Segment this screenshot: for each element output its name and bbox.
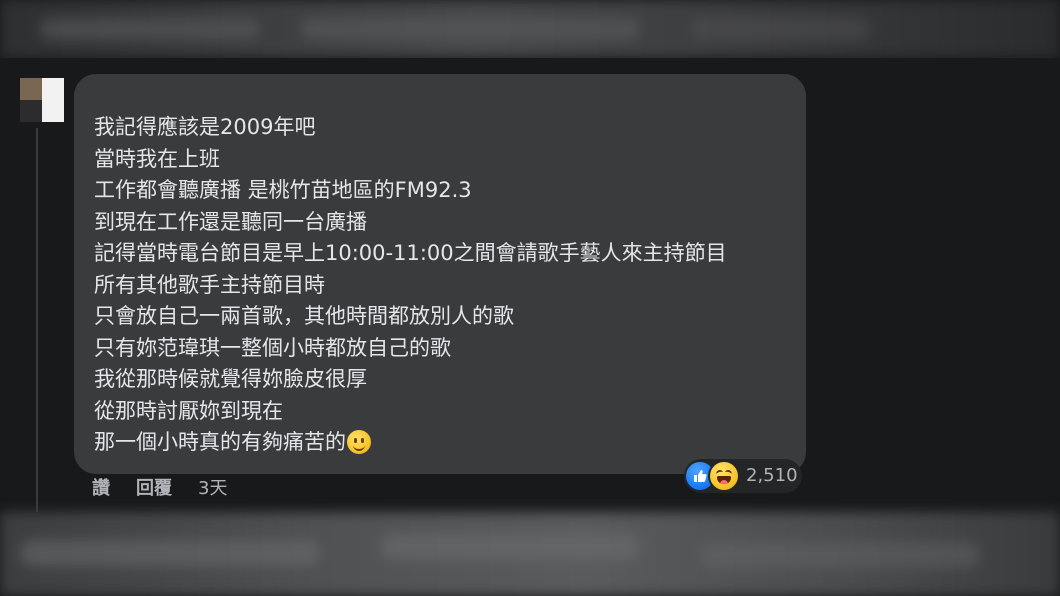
- screenshot-frame: 我記得應該是2009年吧 當時我在上班 工作都會聽廣播 是桃竹苗地區的FM92.…: [0, 0, 1060, 596]
- comment-line: 我從那時候就覺得妳臉皮很厚: [94, 367, 367, 391]
- comment-line: 記得當時電台節目是早上10:00-11:00之間會請歌手藝人來主持節目: [94, 241, 727, 265]
- comment-line: 只有妳范瑋琪一整個小時都放自己的歌: [94, 335, 451, 360]
- haha-icon: [708, 460, 740, 492]
- smiling-face-icon: [347, 430, 371, 454]
- comment-thread: 我記得應該是2009年吧 當時我在上班 工作都會聽廣播 是桃竹苗地區的FM92.…: [0, 58, 1060, 512]
- reply-button[interactable]: 回覆: [136, 478, 172, 500]
- comment-line: 當時我在上班: [94, 146, 220, 171]
- comment-line: 只會放自己一兩首歌，其他時間都放別人的歌: [94, 304, 514, 328]
- avatar[interactable]: [20, 78, 64, 122]
- reaction-summary[interactable]: 2,510: [684, 459, 802, 493]
- comment-timestamp[interactable]: 3天: [198, 478, 227, 500]
- comment-line: 工作都會聽廣播 是桃竹苗地區的FM92.3: [94, 178, 472, 202]
- thread-connector-line: [36, 128, 38, 512]
- blurred-bottom-content: [0, 512, 1060, 596]
- comment-line-text: 那一個小時真的有夠痛苦的: [94, 430, 346, 454]
- like-button[interactable]: 讚: [92, 478, 110, 500]
- reaction-count: 2,510: [746, 465, 798, 486]
- comment-line: 我記得應該是2009年吧: [94, 115, 316, 139]
- comment-text: 我記得應該是2009年吧 當時我在上班 工作都會聽廣播 是桃竹苗地區的FM92.…: [94, 112, 794, 459]
- comment-line: 到現在工作還是聽同一台廣播: [94, 209, 367, 234]
- comment-line-last: 那一個小時真的有夠痛苦的: [94, 427, 794, 459]
- comment-line: 所有其他歌手主持節目時: [94, 272, 325, 297]
- blurred-top-content: [0, 0, 1060, 58]
- comment-line: 從那時討厭妳到現在: [94, 398, 283, 423]
- comment-actions: 讚 回覆 3天: [92, 478, 227, 500]
- comment-bubble: 我記得應該是2009年吧 當時我在上班 工作都會聽廣播 是桃竹苗地區的FM92.…: [74, 74, 806, 474]
